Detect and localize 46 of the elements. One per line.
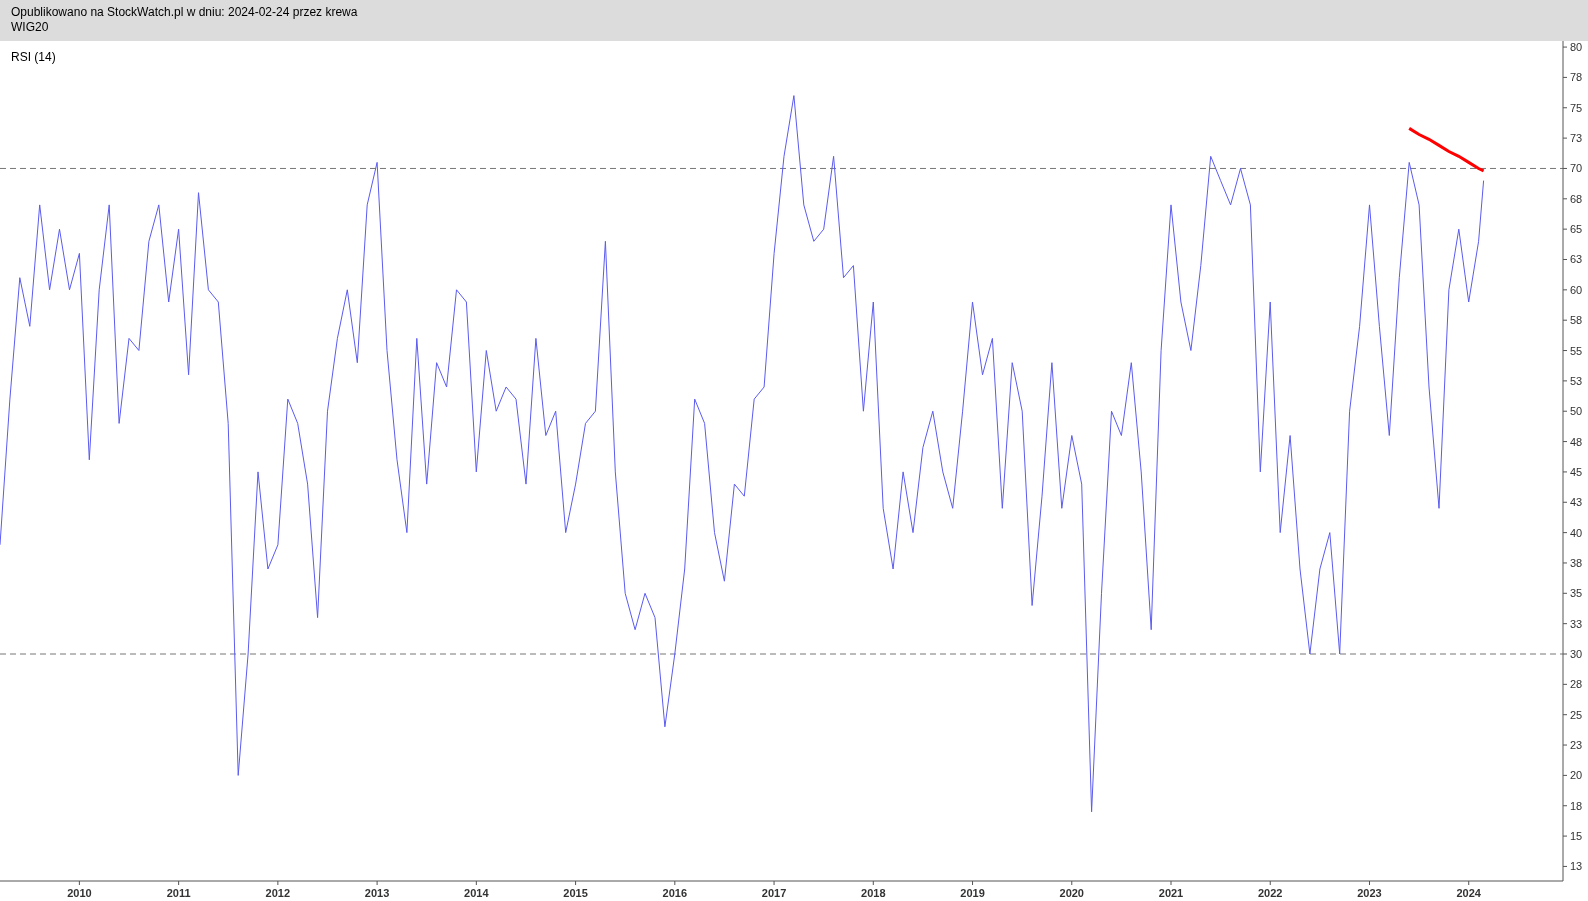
y-tick-label: 70 <box>1570 162 1583 175</box>
y-tick-label: 30 <box>1570 648 1583 660</box>
y-tick-label: 68 <box>1570 192 1583 205</box>
y-tick-label: 80 <box>1570 41 1583 54</box>
x-tick-label: 2011 <box>166 887 191 899</box>
y-tick-label: 43 <box>1570 496 1583 509</box>
x-tick-label: 2013 <box>364 887 390 899</box>
y-tick-label: 28 <box>1570 678 1583 691</box>
publication-note: Opublikowano na StockWatch.pl w dniu: 2024-02-24 przez krewa <box>11 5 358 20</box>
x-tick-label: 2023 <box>1357 887 1382 899</box>
y-tick-label: 73 <box>1570 132 1583 145</box>
y-tick-label: 75 <box>1570 101 1583 114</box>
y-tick-label: 40 <box>1570 526 1583 539</box>
y-tick-label: 78 <box>1570 71 1583 84</box>
y-tick-label: 48 <box>1570 435 1583 448</box>
instrument-name: WIG20 <box>11 20 49 35</box>
chart-title: RSI (14) <box>11 50 56 64</box>
x-tick-label: 2010 <box>67 887 92 899</box>
y-tick-label: 20 <box>1570 769 1583 782</box>
y-tick-label: 13 <box>1570 860 1583 873</box>
y-tick-label: 35 <box>1570 587 1583 600</box>
x-tick-label: 2021 <box>1158 887 1184 899</box>
y-tick-label: 33 <box>1570 617 1583 630</box>
y-tick-label: 63 <box>1570 253 1583 266</box>
x-tick-label: 2019 <box>960 887 985 899</box>
x-tick-label: 2015 <box>563 887 588 899</box>
y-tick-label: 58 <box>1570 314 1583 327</box>
y-tick-label: 65 <box>1570 223 1583 236</box>
y-tick-label: 18 <box>1570 799 1583 812</box>
y-tick-label: 15 <box>1570 830 1583 843</box>
y-tick-label: 55 <box>1570 344 1583 357</box>
x-tick-label: 2022 <box>1258 887 1283 899</box>
x-tick-label: 2018 <box>861 887 886 899</box>
y-tick-label: 23 <box>1570 739 1583 752</box>
x-tick-label: 2016 <box>662 887 688 899</box>
x-tick-label: 2024 <box>1456 887 1481 899</box>
y-tick-label: 50 <box>1570 405 1583 418</box>
x-tick-label: 2017 <box>761 887 787 899</box>
x-tick-label: 2020 <box>1059 887 1084 899</box>
y-tick-label: 38 <box>1570 556 1583 569</box>
y-tick-label: 60 <box>1570 283 1583 296</box>
x-tick-label: 2014 <box>464 887 489 899</box>
y-tick-label: 53 <box>1570 374 1583 387</box>
y-tick-label: 45 <box>1570 465 1583 478</box>
x-tick-label: 2012 <box>265 887 291 899</box>
y-tick-label: 25 <box>1570 708 1583 721</box>
